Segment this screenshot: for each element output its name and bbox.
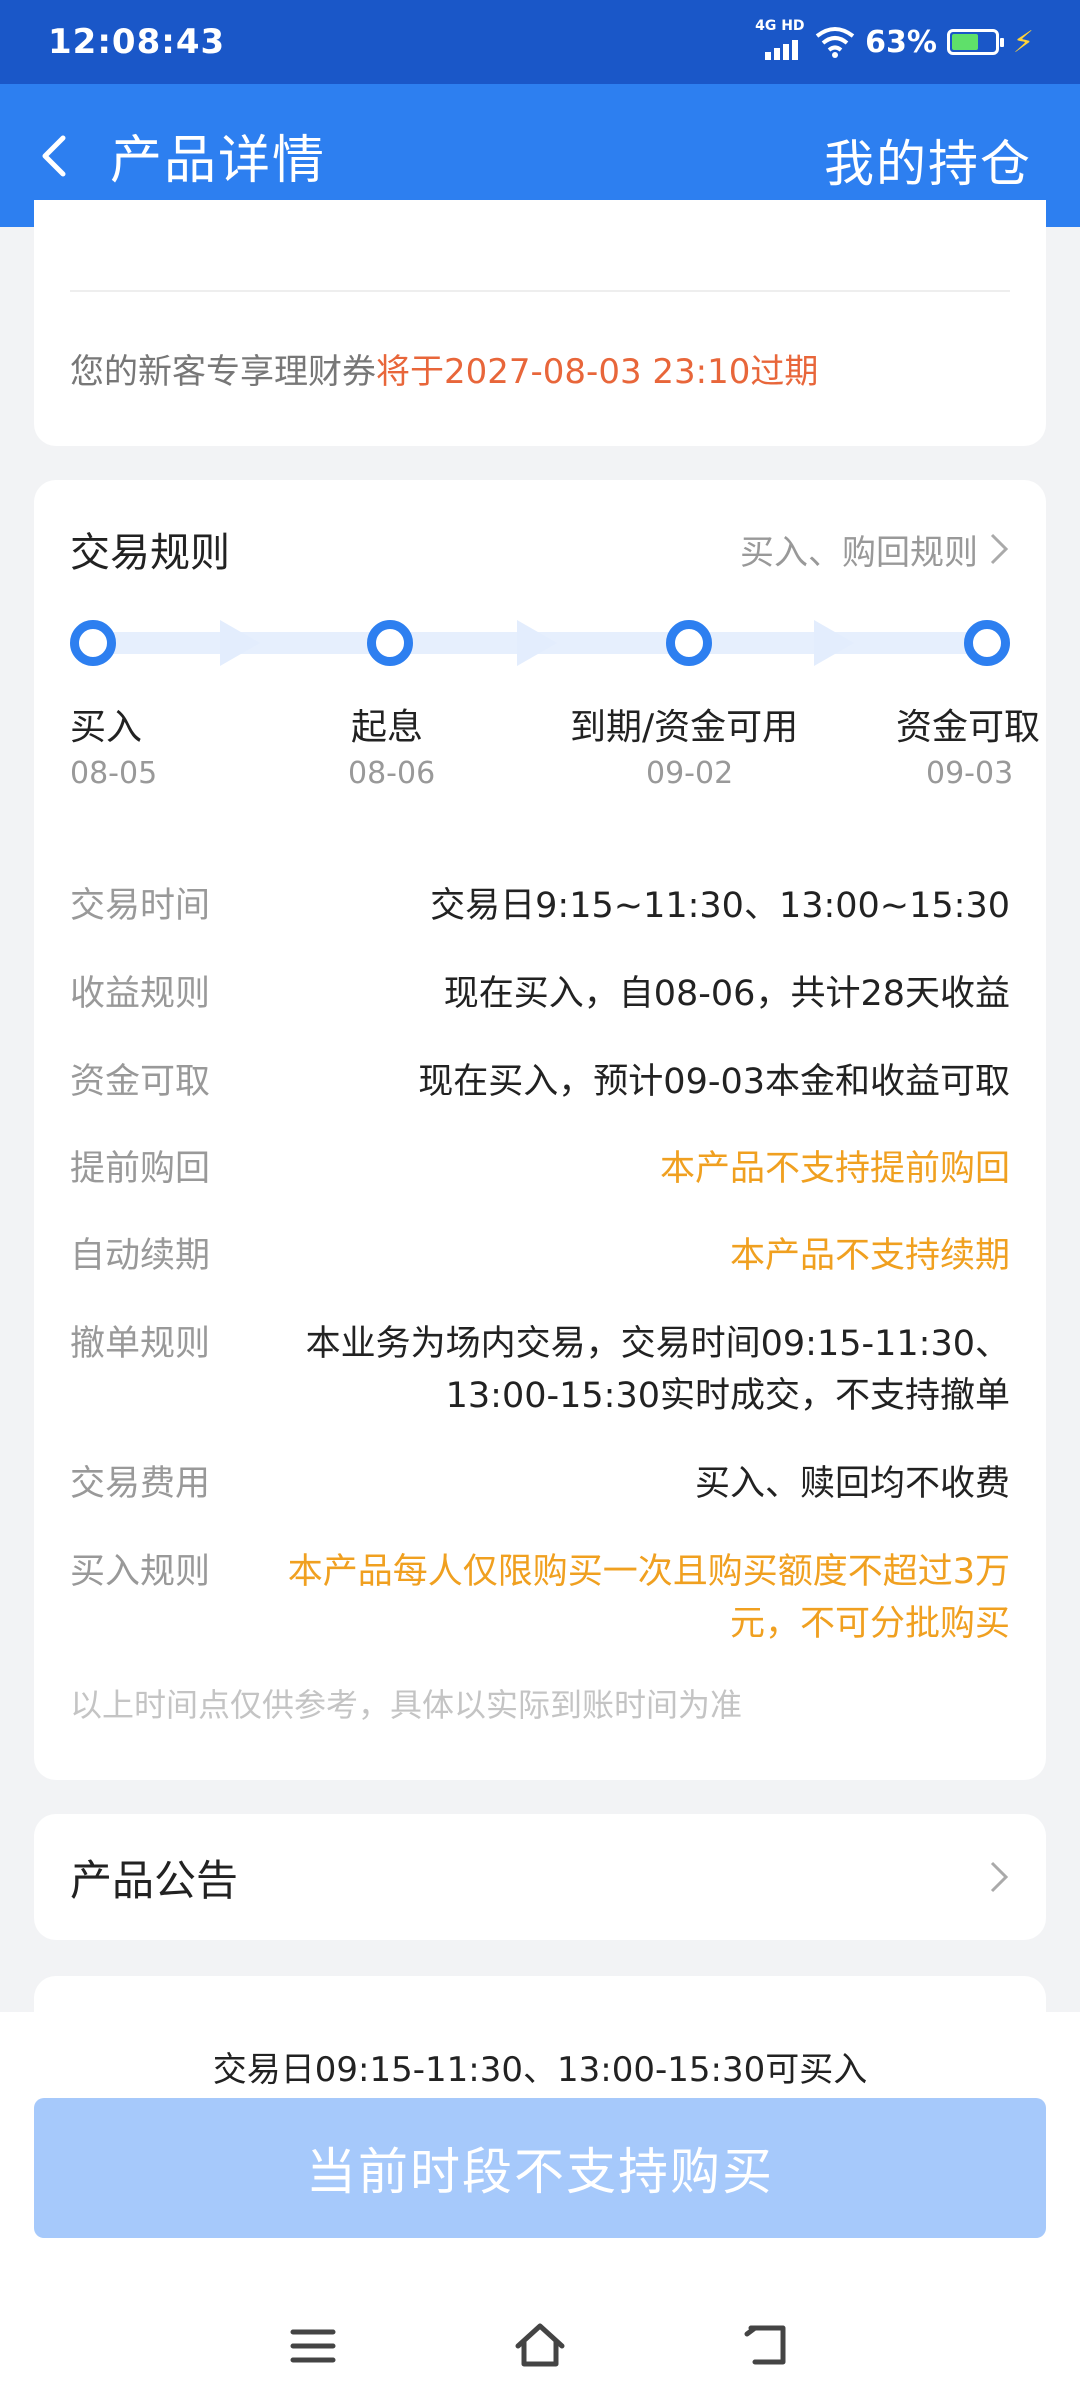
rule-row-buy-limit: 买入规则 本产品每人仅限购买一次且购买额度不超过3万元，不可分批购买 [70, 1546, 1010, 1650]
back-arrow-icon [744, 2325, 786, 2365]
rules-link-label: 买入、购回规则 [740, 532, 978, 573]
wifi-icon [815, 27, 855, 58]
coupon-prefix: 您的新客专享理财券 [70, 352, 376, 392]
home-icon [515, 2323, 565, 2367]
back-system-button[interactable] [727, 2306, 807, 2386]
timeline-date-buy: 08-05 [70, 756, 158, 791]
trading-rules-card: 交易规则 买入、购回规则 买入 起息 到期/资金可用 资金可取 08-05 08… [34, 480, 1046, 1780]
timeline: 买入 起息 到期/资金可用 资金可取 08-05 08-06 09-02 09-… [70, 620, 1040, 820]
rule-row-early-redeem: 提前购回 本产品不支持提前购回 [70, 1143, 1010, 1195]
timeline-label-start: 起息 [351, 707, 424, 748]
home-button[interactable] [500, 2306, 580, 2386]
rule-value: 本产品每人仅限购买一次且购买额度不超过3万元，不可分批购买 [287, 1552, 1010, 1644]
rule-value: 本产品不支持续期 [729, 1236, 1010, 1276]
rules-title: 交易规则 [70, 530, 230, 576]
rule-key: 交易费用 [70, 1464, 211, 1504]
rule-value: 交易日9:15~11:30、13:00~15:30 [430, 886, 1010, 926]
rule-row-trade-time: 交易时间 交易日9:15~11:30、13:00~15:30 [70, 880, 1010, 932]
battery-icon [946, 29, 1004, 55]
rule-row-fee: 交易费用 买入、赎回均不收费 [70, 1458, 1010, 1510]
signal-icon: 4G HD [753, 18, 805, 62]
chevron-right-icon [990, 533, 1009, 565]
announcement-card[interactable]: 产品公告 [34, 1814, 1046, 1940]
coupon-expiry: 将于2027-08-03 23:10过期 [376, 352, 819, 392]
timeline-dot [367, 620, 413, 666]
menu-icon [290, 2329, 336, 2363]
my-holdings-link[interactable]: 我的持仓 [824, 124, 1032, 196]
coupon-notice: 您的新客专享理财券将于2027-08-03 23:10过期 [70, 344, 818, 393]
battery-percent: 63% [865, 24, 937, 60]
rule-value: 本业务为场内交易，交易时间09:15-11:30、13:00-15:30实时成交… [305, 1324, 1010, 1416]
network-label: 4G HD [755, 18, 805, 34]
chevron-right-icon [990, 1861, 1009, 1893]
timeline-label-withdraw: 资金可取 [896, 707, 1041, 748]
rule-value: 买入、赎回均不收费 [694, 1464, 1010, 1504]
timeline-arrow [517, 620, 557, 666]
status-icons: 4G HD 63% ⚡ [753, 18, 1034, 62]
purchase-bar: 交易日09:15-11:30、13:00-15:30可买入 当前时段不支持购买 [0, 2012, 1080, 2292]
timeline-date-withdraw: 09-03 [926, 756, 1014, 791]
menu-button[interactable] [273, 2306, 353, 2386]
timeline-label-maturity: 到期/资金可用 [570, 707, 799, 748]
status-time: 12:08:43 [48, 22, 226, 62]
rule-key: 资金可取 [70, 1062, 211, 1102]
trade-hours-hint: 交易日09:15-11:30、13:00-15:30可买入 [212, 2050, 868, 2090]
timeline-date-start: 08-06 [348, 756, 436, 791]
announcement-title: 产品公告 [70, 1855, 239, 1905]
product-summary-card: 您的新客专享理财券将于2027-08-03 23:10过期 [34, 200, 1046, 446]
rule-row-cancel: 撤单规则 本业务为场内交易，交易时间09:15-11:30、13:00-15:3… [70, 1318, 1010, 1422]
buy-redeem-rules-link[interactable]: 买入、购回规则 [740, 525, 1010, 574]
timeline-arrow [814, 620, 854, 666]
buy-button[interactable]: 当前时段不支持购买 [34, 2098, 1046, 2238]
status-bar: 12:08:43 4G HD 63% ⚡ [0, 0, 1080, 84]
timeline-date-maturity: 09-02 [646, 756, 734, 791]
rule-key: 买入规则 [70, 1552, 211, 1592]
rule-value: 现在买入，预计09-03本金和收益可取 [418, 1062, 1010, 1102]
system-nav-bar [0, 2292, 1080, 2400]
page-title: 产品详情 [110, 131, 327, 191]
rule-row-income: 收益规则 现在买入，自08-06，共计28天收益 [70, 968, 1010, 1020]
chevron-left-icon [42, 135, 66, 176]
divider [70, 290, 1010, 292]
footnote: 以上时间点仅供参考，具体以实际到账时间为准 [70, 1686, 743, 1724]
rule-value: 现在买入，自08-06，共计28天收益 [443, 974, 1010, 1014]
rule-key: 自动续期 [70, 1236, 211, 1276]
rule-row-auto-renew: 自动续期 本产品不支持续期 [70, 1230, 1010, 1282]
rule-key: 提前购回 [70, 1149, 211, 1189]
rule-key: 交易时间 [70, 886, 211, 926]
rule-value: 本产品不支持提前购回 [659, 1149, 1010, 1189]
rule-row-withdraw: 资金可取 现在买入，预计09-03本金和收益可取 [70, 1056, 1010, 1108]
charging-icon: ⚡ [1012, 24, 1034, 60]
rule-key: 撤单规则 [70, 1324, 211, 1364]
timeline-arrow [220, 620, 260, 666]
timeline-dot [964, 620, 1010, 666]
timeline-dot [666, 620, 712, 666]
rules-header: 交易规则 买入、购回规则 [70, 520, 1010, 578]
rule-key: 收益规则 [70, 974, 211, 1014]
timeline-label-buy: 买入 [70, 707, 143, 748]
timeline-dot [70, 620, 116, 666]
